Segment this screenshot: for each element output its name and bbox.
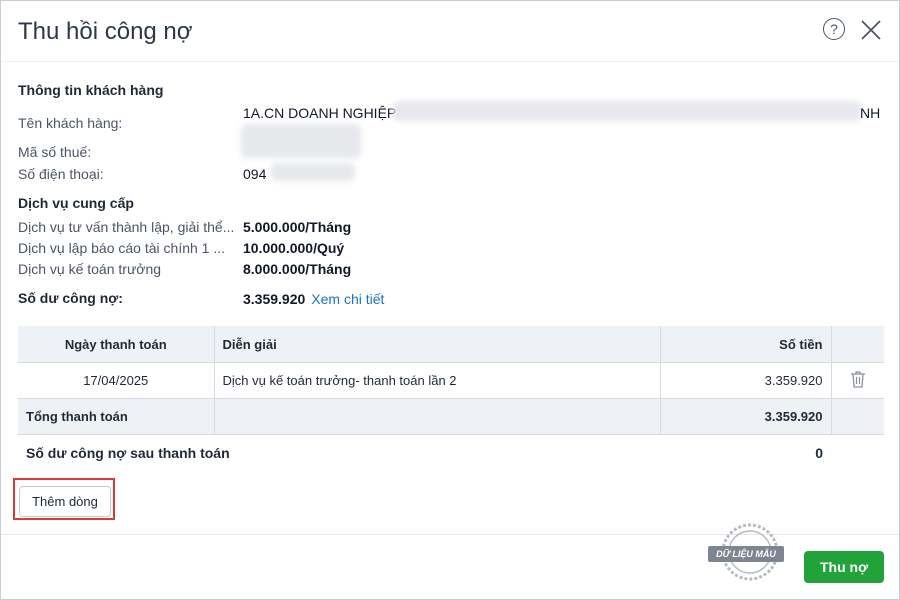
dialog-title: Thu hồi công nợ bbox=[18, 18, 193, 45]
table-row: 17/04/2025 Dịch vụ kế toán trưởng- thanh… bbox=[18, 362, 884, 399]
table-total-row: Tổng thanh toán 3.359.920 bbox=[18, 398, 884, 435]
balance-value: 3.359.920 bbox=[243, 291, 306, 307]
phone-value: 094 bbox=[243, 166, 267, 182]
add-row-button[interactable]: Thêm dòng bbox=[19, 486, 111, 517]
total-label: Tổng thanh toán bbox=[18, 398, 215, 435]
cell-amount[interactable]: 3.359.920 bbox=[660, 362, 832, 399]
balance-after-label: Số dư công nợ sau thanh toán bbox=[26, 445, 230, 461]
table-header-row: Ngày thanh toán Diễn giải Số tiền bbox=[18, 326, 884, 363]
cell-actions bbox=[831, 362, 884, 399]
service-name: Dịch vụ tư vấn thành lập, giải thể... bbox=[18, 219, 235, 235]
view-details-link[interactable]: Xem chi tiết bbox=[311, 291, 384, 307]
header-actions bbox=[831, 326, 884, 363]
cell-date[interactable]: 17/04/2025 bbox=[18, 362, 215, 399]
redacted-name-line2 bbox=[241, 124, 361, 158]
payments-table: Ngày thanh toán Diễn giải Số tiền 17/04/… bbox=[18, 326, 884, 435]
close-icon[interactable] bbox=[860, 19, 882, 41]
cell-description[interactable]: Dịch vụ kế toán trưởng- thanh toán lần 2 bbox=[214, 362, 661, 399]
redacted-name bbox=[393, 101, 861, 121]
service-price: 8.000.000/Tháng bbox=[243, 261, 352, 277]
service-name: Dịch vụ lập báo cáo tài chính 1 ... bbox=[18, 240, 226, 256]
service-name: Dịch vụ kế toán trưởng bbox=[18, 261, 162, 277]
debt-recovery-dialog: Thu hồi công nợ ? Thông tin khách hàng T… bbox=[0, 0, 900, 600]
balance-after-value: 0 bbox=[815, 445, 823, 461]
trash-icon[interactable] bbox=[850, 370, 866, 388]
redacted-phone bbox=[271, 163, 355, 181]
service-price: 5.000.000/Tháng bbox=[243, 219, 352, 235]
service-price: 10.000.000/Quý bbox=[243, 240, 345, 256]
total-amount: 3.359.920 bbox=[660, 398, 832, 435]
collect-debt-button[interactable]: Thu nợ bbox=[804, 551, 884, 583]
header-divider bbox=[1, 61, 899, 62]
phone-label: Số điện thoại: bbox=[18, 166, 104, 182]
header-amount: Số tiền bbox=[660, 326, 832, 363]
customer-name-tail: NH bbox=[860, 105, 881, 121]
help-icon[interactable]: ? bbox=[823, 18, 845, 40]
customer-name-value: 1A.CN DOANH NGHIỆP bbox=[243, 105, 397, 121]
customer-name-label: Tên khách hàng: bbox=[18, 115, 123, 131]
sample-data-stamp-text: DỮ LIỆU MẪU bbox=[708, 546, 784, 562]
balance-label: Số dư công nợ: bbox=[18, 290, 123, 306]
balance-row: 3.359.920 Xem chi tiết bbox=[243, 291, 384, 307]
total-empty bbox=[214, 398, 661, 435]
customer-section-title: Thông tin khách hàng bbox=[18, 82, 164, 98]
header-description: Diễn giải bbox=[214, 326, 661, 363]
tax-code-label: Mã số thuế: bbox=[18, 144, 92, 160]
total-actions-empty bbox=[831, 398, 884, 435]
header-date: Ngày thanh toán bbox=[18, 326, 215, 363]
services-section-title: Dịch vụ cung cấp bbox=[18, 195, 134, 211]
